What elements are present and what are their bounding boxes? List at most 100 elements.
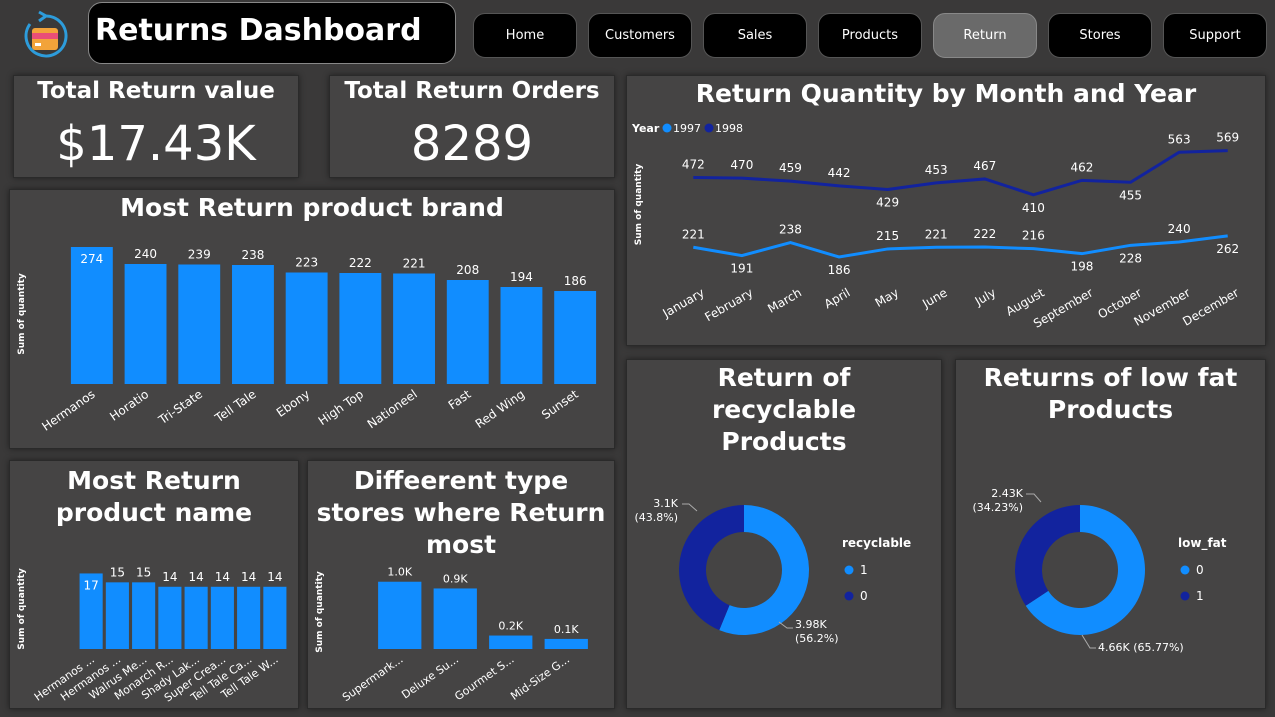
- nav-home-button[interactable]: Home: [473, 13, 577, 58]
- data-label: 238: [241, 248, 264, 262]
- bar: [339, 273, 382, 384]
- data-label: 14: [241, 570, 256, 584]
- nav-support-button[interactable]: Support: [1163, 13, 1267, 58]
- bar: [70, 247, 113, 384]
- nav-return-button[interactable]: Return: [933, 13, 1037, 58]
- legend-title: low_fat: [1178, 536, 1227, 551]
- data-label: 222: [973, 227, 996, 241]
- x-tick-label: May: [873, 285, 901, 310]
- data-label: 470: [730, 158, 753, 172]
- x-tick-label: Supermark...: [340, 653, 406, 704]
- series-line-1998: [693, 149, 1228, 197]
- bar: [500, 287, 543, 384]
- data-label: 467: [973, 159, 996, 173]
- data-label: 453: [925, 163, 948, 177]
- data-label: 186: [828, 263, 851, 277]
- bar: [124, 264, 167, 384]
- bar: [232, 265, 274, 384]
- data-label: 17: [83, 578, 98, 592]
- page-title: Returns Dashboard: [95, 13, 422, 48]
- data-label: 186: [564, 274, 587, 288]
- brand-bar-chart: Sum of quantity 274 Hermanos 240 Horatio 239 T…: [17, 247, 597, 434]
- nav-stores-button[interactable]: Stores: [1048, 13, 1152, 58]
- legend-title: Year: [631, 122, 660, 135]
- x-tick-label: June: [919, 285, 950, 311]
- chart-title: Returns of low fat Products: [983, 363, 1238, 424]
- nav-sales-button[interactable]: Sales: [703, 13, 807, 58]
- lowfat-donut-chart: 4.66K (65.77%) 2.43K(34.23%) low_fat 0 1: [972, 487, 1227, 654]
- bar: [132, 582, 156, 649]
- data-label: 563: [1168, 132, 1191, 146]
- x-tick-label: Hermanos: [39, 387, 97, 434]
- y-axis-label: Sum of quantity: [17, 568, 27, 650]
- data-label: 3.98K: [795, 618, 827, 631]
- legend-marker: [844, 565, 854, 575]
- chart-title: Return Quantity by Month and Year: [695, 79, 1197, 108]
- kpi-value: 8289: [410, 116, 534, 172]
- kpi-total-return-orders: Total Return Orders 8289: [329, 75, 615, 178]
- data-label: 0.1K: [554, 623, 579, 636]
- data-label: 223: [295, 256, 318, 270]
- data-label: 238: [779, 223, 802, 237]
- x-tick-label: Nationeel: [365, 387, 420, 431]
- data-label: 569: [1216, 131, 1239, 145]
- x-tick-label: High Top: [316, 387, 366, 428]
- data-label: 221: [682, 227, 705, 241]
- x-tick-label: December: [1180, 285, 1241, 328]
- data-label: 0.2K: [498, 620, 523, 633]
- legend-marker: [1180, 591, 1190, 601]
- data-label: 194: [510, 270, 533, 284]
- data-label: 262: [1216, 242, 1239, 256]
- bar: [554, 291, 597, 384]
- x-tick-label: Gourmet S...: [452, 653, 516, 703]
- legend-label: 1: [860, 563, 868, 577]
- data-label: 14: [215, 570, 230, 584]
- legend-label: 0: [860, 589, 868, 603]
- data-label: 459: [779, 161, 802, 175]
- legend-label: 0: [1196, 563, 1204, 577]
- kpi-value: $17.43K: [56, 116, 256, 172]
- nav-customers-button[interactable]: Customers: [588, 13, 692, 58]
- x-tick-label: Ebony: [274, 387, 313, 420]
- x-tick-label: January: [660, 285, 707, 320]
- data-label: 222: [349, 256, 372, 270]
- returns-box-icon: [24, 10, 68, 58]
- logo: [20, 10, 70, 62]
- bar: [105, 582, 129, 649]
- data-label: 3.1K: [653, 497, 678, 510]
- data-label: (43.8%): [634, 511, 678, 524]
- data-label: 15: [110, 565, 125, 579]
- chart-title: Most Return product name: [55, 466, 253, 527]
- data-label: 240: [134, 247, 157, 261]
- series-line-1997: [693, 234, 1228, 259]
- data-label: 208: [456, 263, 479, 277]
- data-label: 455: [1119, 188, 1142, 202]
- recyclable-donut-chart: 3.98K(56.2%) 3.1K(43.8%) recyclable 1 0: [634, 497, 911, 645]
- y-axis-label: Sum of quantity: [634, 164, 644, 246]
- x-tick-label: Fast: [446, 387, 474, 412]
- bar: [184, 586, 208, 649]
- data-label: 14: [188, 570, 203, 584]
- data-label: 0.9K: [443, 572, 468, 585]
- legend-label: 1: [1196, 589, 1204, 603]
- donut-slice: [1015, 505, 1080, 606]
- leader-line: [682, 503, 698, 512]
- legend-marker: [704, 123, 714, 133]
- data-label: 14: [267, 570, 282, 584]
- bar: [544, 638, 588, 649]
- x-tick-label: Red Wing: [473, 387, 528, 431]
- brand-chart-panel: Most Return product brand Sum of quantit…: [9, 189, 615, 449]
- x-tick-label: July: [972, 285, 999, 308]
- bar: [237, 586, 261, 649]
- nav-products-button[interactable]: Products: [818, 13, 922, 58]
- bar: [285, 272, 328, 384]
- stores-bar-chart: Sum of quantity 1.0K Supermark... 0.9K Delux…: [315, 566, 588, 704]
- data-label: 462: [1071, 160, 1094, 174]
- product-bar-chart: Sum of quantity 17Hermanos ...15Hermanos …: [17, 565, 287, 705]
- data-label: 221: [925, 227, 948, 241]
- chart-title: Most Return product brand: [120, 193, 504, 222]
- product-chart-panel: Most Return product name Sum of quantity…: [9, 460, 299, 709]
- data-label: 239: [188, 248, 211, 262]
- x-tick-label: Horatio: [107, 387, 151, 424]
- legend-marker: [1180, 565, 1190, 575]
